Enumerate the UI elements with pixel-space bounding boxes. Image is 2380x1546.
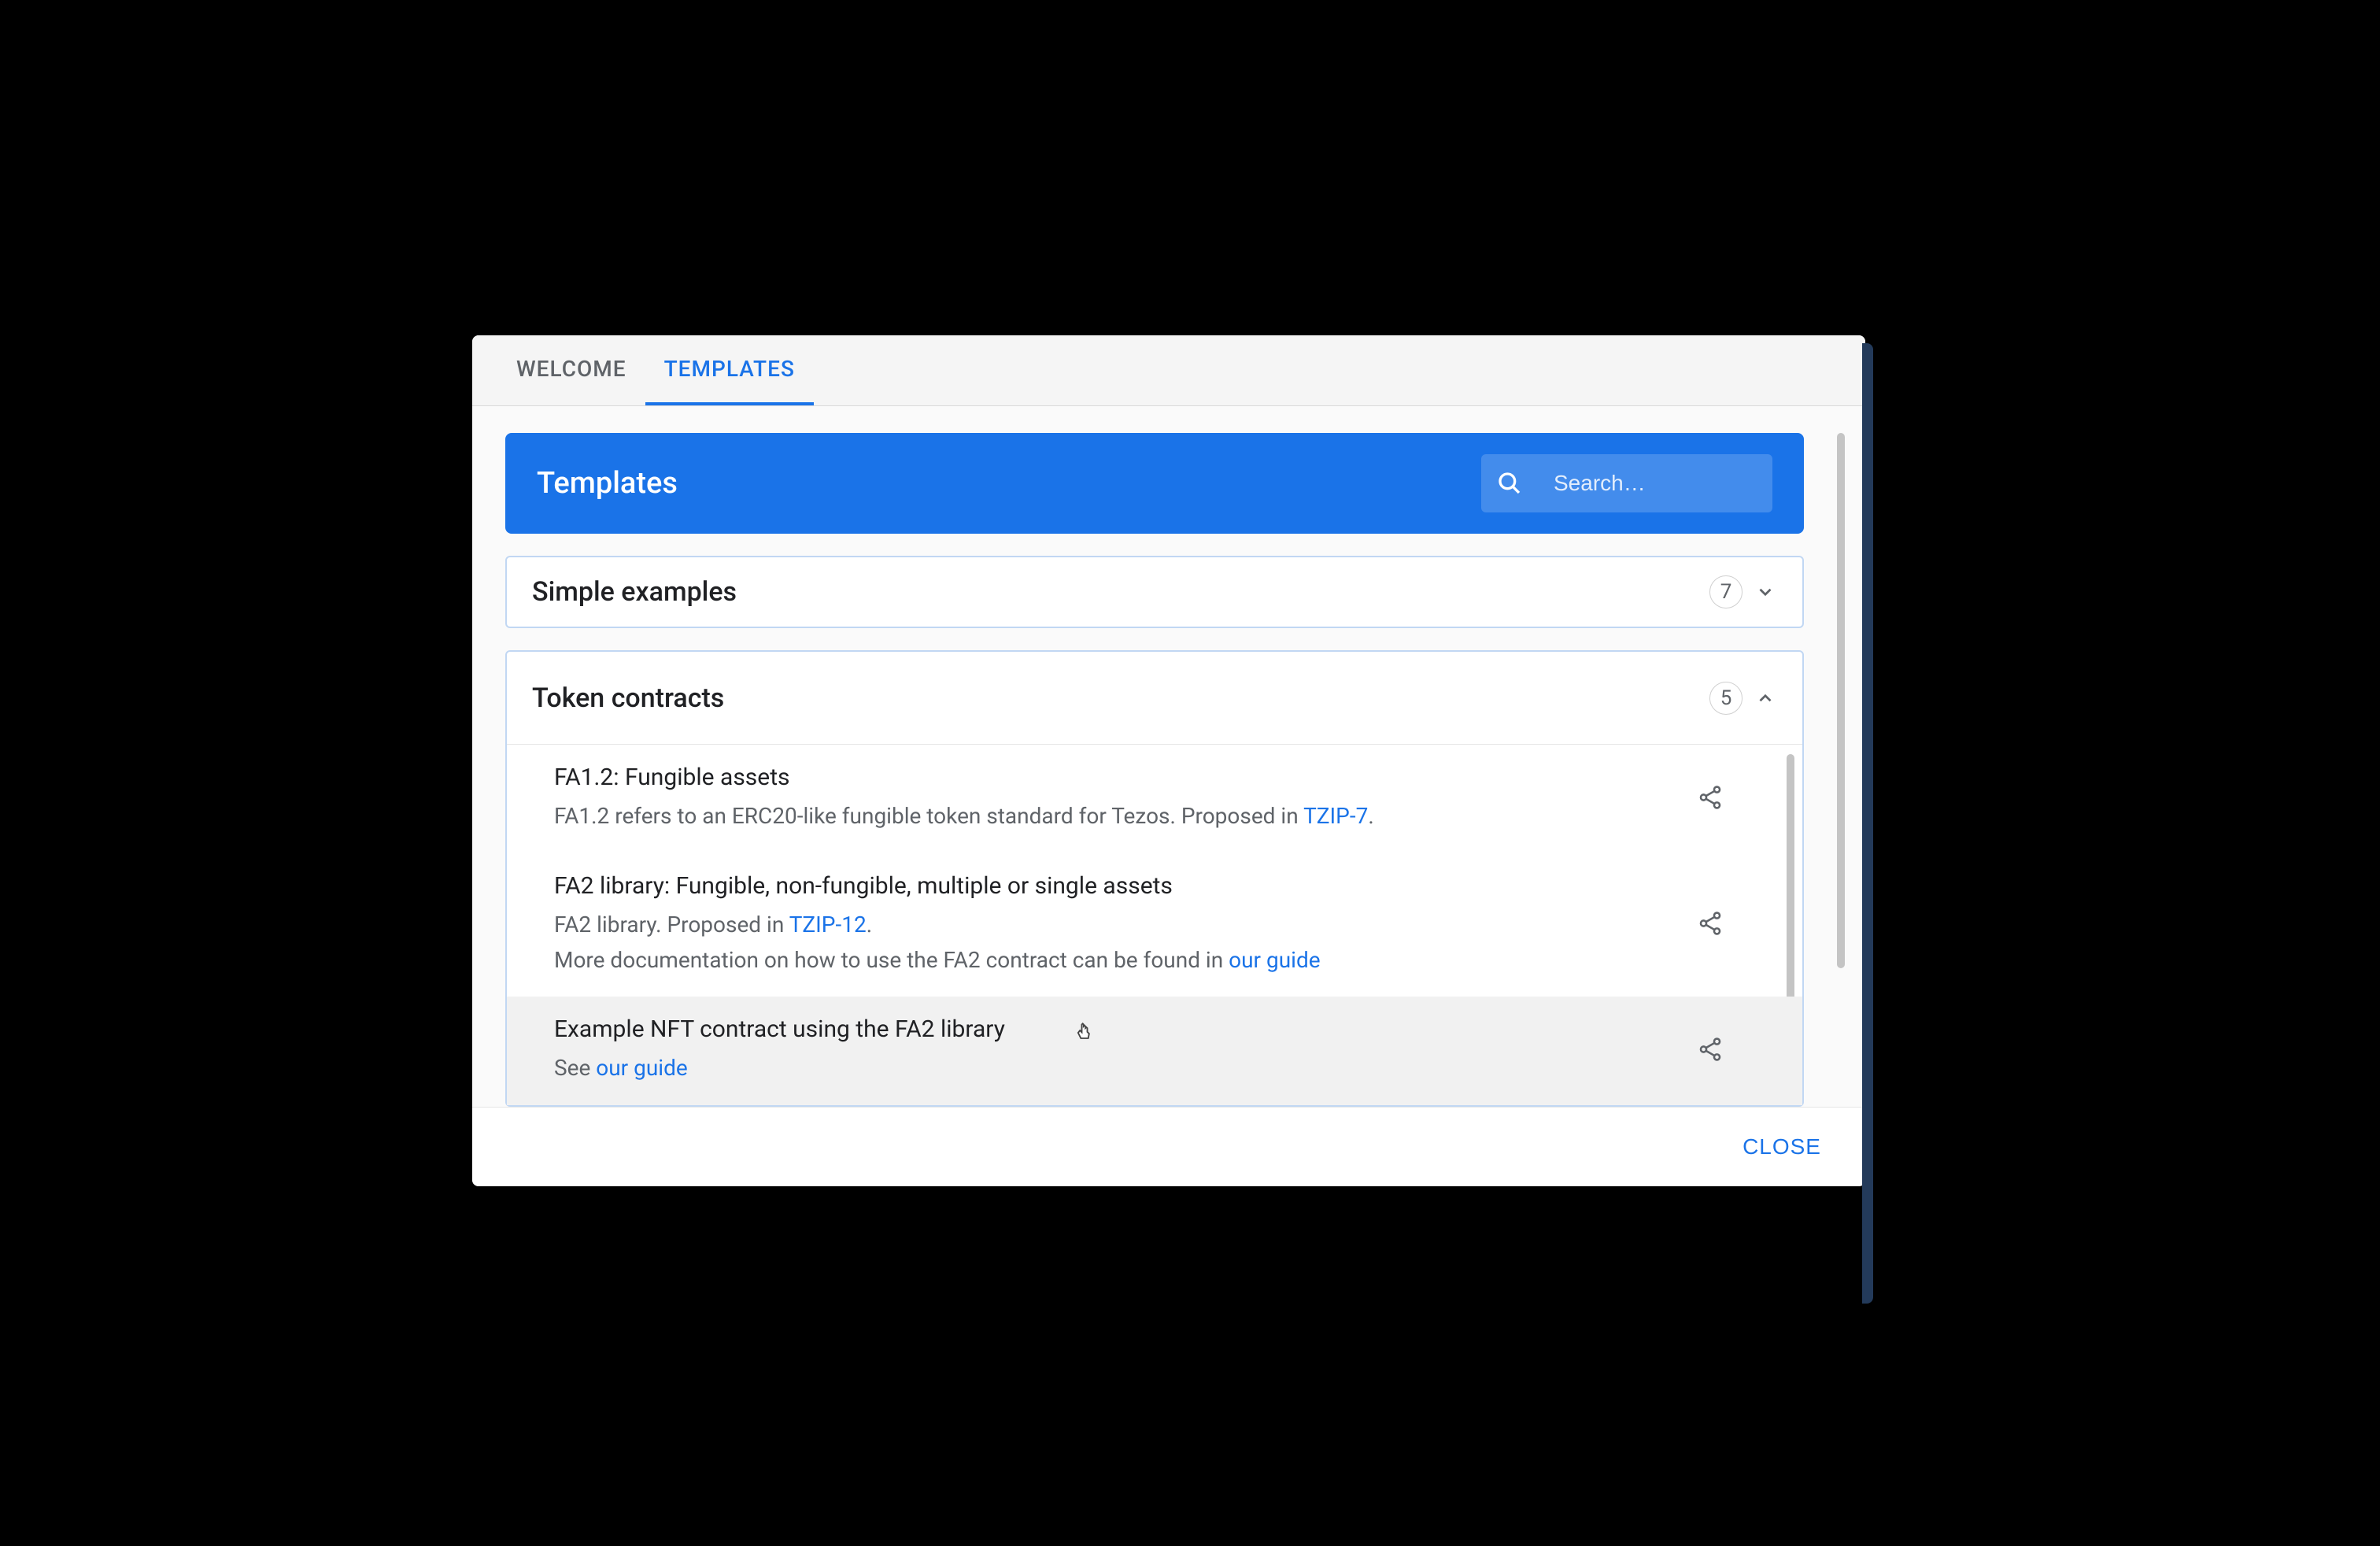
link-our-guide-2[interactable]: our guide	[596, 1055, 687, 1081]
template-item-fa2-library[interactable]: FA2 library: Fungible, non-fungible, mul…	[507, 853, 1802, 997]
search-icon	[1497, 471, 1522, 496]
link-our-guide[interactable]: our guide	[1229, 947, 1320, 973]
dialog-footer: CLOSE	[472, 1107, 1865, 1186]
template-text: Example NFT contract using the FA2 libra…	[554, 1015, 1673, 1086]
tab-welcome[interactable]: WELCOME	[497, 335, 645, 405]
template-desc: FA1.2 refers to an ERC20-like fungible t…	[554, 799, 1673, 834]
link-tzip12[interactable]: TZIP-12	[789, 912, 867, 938]
pointer-cursor-icon	[1074, 1022, 1096, 1047]
section-simple-count: 7	[1709, 575, 1743, 608]
template-desc: See our guide	[554, 1051, 1673, 1086]
dialog-shadow	[803, 1288, 1212, 1398]
template-desc: FA2 library. Proposed in TZIP-12. More d…	[554, 908, 1673, 978]
template-title: Example NFT contract using the FA2 libra…	[554, 1015, 1673, 1043]
dialog-body: Templates Simple examples 7	[472, 406, 1865, 1107]
link-tzip7[interactable]: TZIP-7	[1303, 803, 1368, 829]
desc-text: FA1.2 refers to an ERC20-like fungible t…	[554, 803, 1303, 829]
close-button[interactable]: CLOSE	[1730, 1128, 1834, 1166]
template-text: FA2 library: Fungible, non-fungible, mul…	[554, 872, 1673, 978]
template-item-fa12[interactable]: FA1.2: Fungible assets FA1.2 refers to a…	[507, 745, 1802, 853]
template-text: FA1.2: Fungible assets FA1.2 refers to a…	[554, 764, 1673, 834]
template-title: FA1.2: Fungible assets	[554, 764, 1673, 791]
section-simple-examples: Simple examples 7	[505, 556, 1804, 628]
desc-text-2: More documentation on how to use the FA2…	[554, 947, 1229, 973]
template-list: FA1.2: Fungible assets FA1.2 refers to a…	[507, 745, 1802, 1105]
chevron-down-icon	[1754, 580, 1777, 604]
templates-header: Templates	[505, 433, 1804, 534]
section-simple-header[interactable]: Simple examples 7	[507, 557, 1802, 627]
search-input[interactable]	[1554, 471, 1838, 496]
share-icon[interactable]	[1697, 910, 1724, 940]
templates-dialog: WELCOME TEMPLATES Templates Si	[472, 335, 1865, 1186]
share-icon[interactable]	[1697, 784, 1724, 814]
desc-suffix: .	[1368, 803, 1373, 829]
dialog-tabs: WELCOME TEMPLATES	[472, 335, 1865, 406]
desc-text: See	[554, 1055, 596, 1081]
section-token-count: 5	[1709, 682, 1743, 715]
template-title: FA2 library: Fungible, non-fungible, mul…	[554, 872, 1673, 900]
share-icon[interactable]	[1697, 1036, 1724, 1066]
desc-suffix: .	[867, 912, 872, 938]
dialog-scrollbar[interactable]	[1837, 433, 1845, 968]
templates-title: Templates	[537, 466, 678, 501]
chevron-up-icon	[1754, 686, 1777, 710]
template-item-example-nft[interactable]: Example NFT contract using the FA2 libra…	[507, 997, 1802, 1105]
section-token-contracts: Token contracts 5 FA1.2: Fungible assets	[505, 650, 1804, 1107]
section-simple-title: Simple examples	[532, 576, 1709, 608]
section-token-header[interactable]: Token contracts 5	[507, 652, 1802, 745]
tab-templates[interactable]: TEMPLATES	[645, 335, 814, 405]
desc-text: FA2 library. Proposed in	[554, 912, 789, 938]
section-token-title: Token contracts	[532, 682, 1709, 714]
search-box[interactable]	[1481, 454, 1772, 512]
